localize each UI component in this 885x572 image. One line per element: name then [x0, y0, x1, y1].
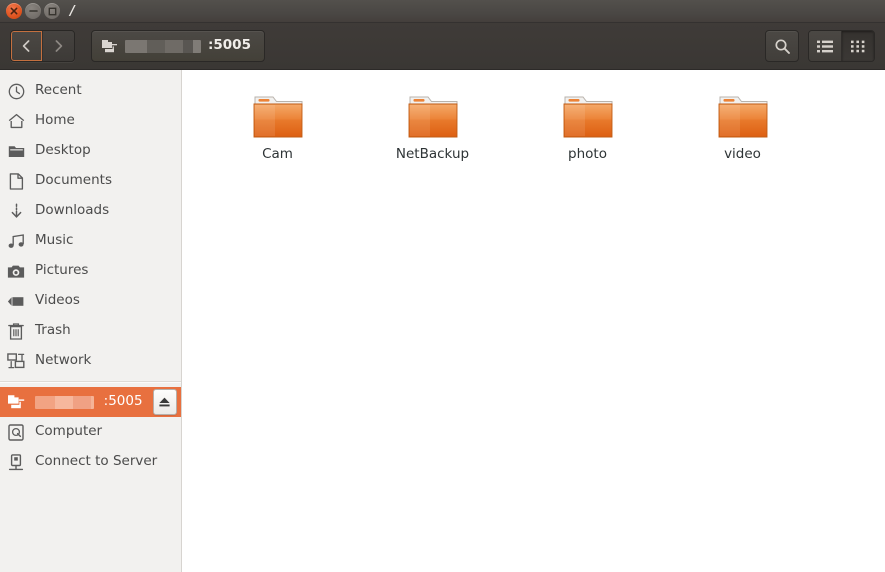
forward-button[interactable]: [42, 31, 74, 61]
trash-icon: [7, 322, 25, 340]
folder-icon: [563, 96, 612, 138]
sidebar-item-desktop[interactable]: Desktop: [0, 136, 181, 166]
search-button[interactable]: [765, 30, 799, 62]
sidebar-item-label: Downloads: [35, 202, 110, 219]
camera-icon: [7, 262, 25, 280]
window-body: Recent Home Desktop Documents Downloads …: [0, 70, 885, 572]
maximize-icon: [48, 7, 56, 15]
home-icon: [7, 112, 25, 130]
clock-icon: [7, 82, 25, 100]
view-mode-group: [808, 30, 875, 62]
sidebar-item-connect-to-server[interactable]: Connect to Server: [0, 447, 181, 477]
sidebar: Recent Home Desktop Documents Downloads …: [0, 70, 182, 572]
sidebar-item-home[interactable]: Home: [0, 106, 181, 136]
sidebar-item-documents[interactable]: Documents: [0, 166, 181, 196]
sidebar-separator: [0, 381, 181, 383]
window-title: /: [70, 3, 75, 19]
file-list-view[interactable]: Cam NetBackup photo video: [182, 70, 885, 572]
file-name-label: video: [724, 147, 761, 162]
list-view-icon: [817, 40, 833, 52]
close-button[interactable]: [6, 3, 22, 19]
chevron-right-icon: [55, 40, 63, 52]
sidebar-item-label: Recent: [35, 82, 82, 99]
sidebar-item-label: Trash: [35, 322, 71, 339]
sidebar-item-downloads[interactable]: Downloads: [0, 196, 181, 226]
breadcrumb-host-redacted: [125, 39, 201, 53]
music-icon: [7, 232, 25, 250]
search-icon: [774, 38, 790, 54]
titlebar: /: [0, 0, 885, 23]
eject-icon: [159, 397, 170, 407]
file-item[interactable]: photo: [510, 86, 665, 162]
video-icon: [7, 292, 25, 310]
sidebar-item-pictures[interactable]: Pictures: [0, 256, 181, 286]
sidebar-item-computer[interactable]: Computer: [0, 417, 181, 447]
computer-icon: [7, 423, 25, 441]
folder-icon: [718, 96, 767, 138]
sidebar-item-label: Videos: [35, 292, 80, 309]
sidebar-item-mounted-server[interactable]: :5005: [0, 387, 181, 417]
download-icon: [7, 202, 25, 220]
sidebar-item-label: Documents: [35, 172, 112, 189]
chevron-left-icon: [22, 40, 30, 52]
window-controls: [6, 3, 60, 19]
file-name-label: NetBackup: [395, 147, 470, 162]
connect-server-icon: [7, 453, 25, 471]
file-item[interactable]: video: [665, 86, 820, 162]
sidebar-item-label: Connect to Server: [35, 453, 158, 470]
sidebar-item-label: Computer: [35, 423, 103, 440]
sidebar-item-videos[interactable]: Videos: [0, 286, 181, 316]
sidebar-item-label: Music: [35, 232, 74, 249]
folder-icon: [7, 142, 25, 160]
list-view-button[interactable]: [809, 31, 841, 61]
icon-view-button[interactable]: [841, 31, 874, 61]
minimize-icon: [28, 10, 38, 12]
server-icon: [7, 393, 25, 411]
icon-grid: Cam NetBackup photo video: [182, 86, 885, 162]
sidebar-item-label: Desktop: [35, 142, 91, 159]
sidebar-item-trash[interactable]: Trash: [0, 316, 181, 346]
toolbar: :5005: [0, 23, 885, 70]
eject-button[interactable]: [152, 389, 177, 415]
document-icon: [7, 172, 25, 190]
file-name-label: Cam: [262, 147, 293, 162]
breadcrumb-port: :5005: [208, 37, 251, 54]
breadcrumb[interactable]: :5005: [91, 30, 265, 62]
maximize-button[interactable]: [44, 3, 60, 19]
file-item[interactable]: Cam: [200, 86, 355, 162]
server-icon: [102, 39, 117, 52]
network-icon: [7, 352, 25, 370]
sidebar-item-label: Network: [35, 352, 92, 369]
sidebar-item-music[interactable]: Music: [0, 226, 181, 256]
mounted-port-label: :5005: [103, 393, 143, 410]
grid-view-icon: [851, 40, 865, 52]
folder-icon: [408, 96, 457, 138]
sidebar-item-label: Home: [35, 112, 75, 129]
file-name-label: photo: [568, 147, 607, 162]
toolbar-right-group: [765, 30, 875, 62]
navigation-buttons: [10, 30, 75, 62]
folder-icon: [253, 96, 302, 138]
sidebar-item-network[interactable]: Network: [0, 346, 181, 376]
minimize-button[interactable]: [25, 3, 41, 19]
back-button[interactable]: [11, 31, 42, 61]
sidebar-item-recent[interactable]: Recent: [0, 76, 181, 106]
file-item[interactable]: NetBackup: [355, 86, 510, 162]
close-icon: [10, 7, 18, 15]
file-manager-window: / :5005 Recent Home Desktop Documents Do…: [0, 0, 885, 572]
sidebar-item-label: Pictures: [35, 262, 89, 279]
mounted-host-redacted: [35, 395, 94, 409]
